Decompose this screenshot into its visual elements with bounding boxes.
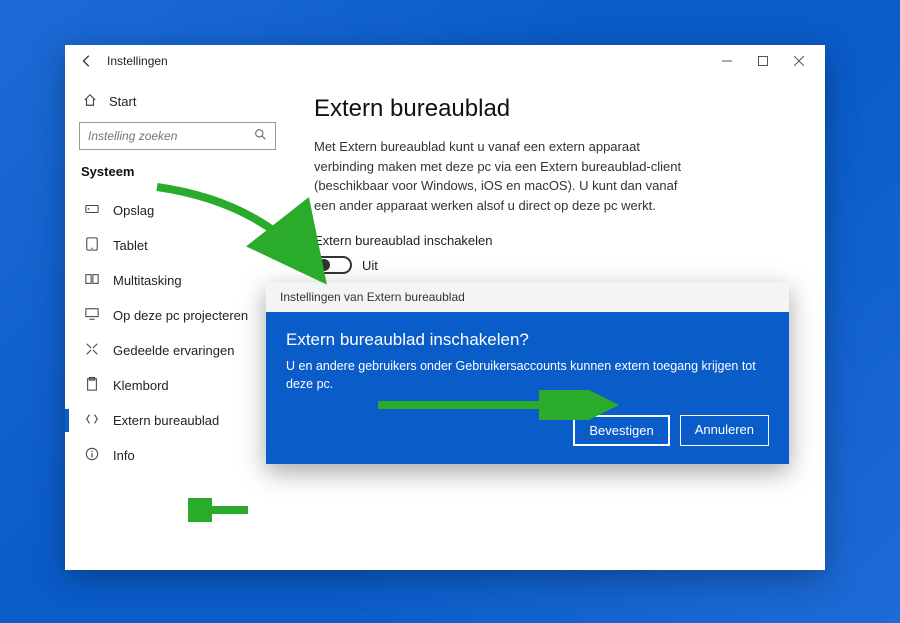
home-link[interactable]: Start xyxy=(79,87,276,116)
back-button[interactable] xyxy=(73,47,101,75)
sidebar-item-label: Klembord xyxy=(113,378,169,393)
window-title: Instellingen xyxy=(107,54,168,68)
shared-icon xyxy=(83,342,101,359)
search-box[interactable] xyxy=(79,122,276,150)
sidebar-item-label: Info xyxy=(113,448,135,463)
sidebar-item-project[interactable]: Op deze pc projecteren xyxy=(79,298,276,333)
dialog-buttons: Bevestigen Annuleren xyxy=(286,415,769,446)
toggle-row: Uit xyxy=(314,256,801,274)
section-label: Systeem xyxy=(79,164,276,179)
dialog-title: Extern bureaublad inschakelen? xyxy=(286,330,769,350)
project-icon xyxy=(83,307,101,324)
sidebar-item-label: Tablet xyxy=(113,238,148,253)
sidebar-item-remote-desktop[interactable]: Extern bureaublad xyxy=(79,403,276,438)
page-description: Met Extern bureaublad kunt u vanaf een e… xyxy=(314,137,694,215)
sidebar-item-shared[interactable]: Gedeelde ervaringen xyxy=(79,333,276,368)
home-label: Start xyxy=(109,94,136,109)
window-controls xyxy=(709,47,817,75)
sidebar-item-tablet[interactable]: Tablet xyxy=(79,228,276,263)
tablet-icon xyxy=(83,237,101,254)
toggle-label: Extern bureaublad inschakelen xyxy=(314,233,801,248)
remote-desktop-icon xyxy=(83,412,101,429)
cancel-button[interactable]: Annuleren xyxy=(680,415,769,446)
enable-toggle[interactable] xyxy=(314,256,352,274)
minimize-button[interactable] xyxy=(709,47,745,75)
info-icon xyxy=(83,447,101,464)
sidebar-item-label: Op deze pc projecteren xyxy=(113,308,248,323)
sidebar-item-label: Extern bureaublad xyxy=(113,413,219,428)
sidebar-item-label: Multitasking xyxy=(113,273,182,288)
confirm-button[interactable]: Bevestigen xyxy=(573,415,669,446)
page-title: Extern bureaublad xyxy=(314,95,801,123)
confirm-dialog: Instellingen van Extern bureaublad Exter… xyxy=(266,282,789,464)
maximize-button[interactable] xyxy=(745,47,781,75)
sidebar-item-storage[interactable]: Opslag xyxy=(79,193,276,228)
search-input[interactable] xyxy=(88,129,254,143)
clipboard-icon xyxy=(83,377,101,394)
sidebar-item-info[interactable]: Info xyxy=(79,438,276,473)
sidebar-item-clipboard[interactable]: Klembord xyxy=(79,368,276,403)
sidebar-item-label: Opslag xyxy=(113,203,154,218)
titlebar: Instellingen xyxy=(65,45,825,77)
toggle-state: Uit xyxy=(362,258,378,273)
dialog-body: Extern bureaublad inschakelen? U en ande… xyxy=(266,312,789,464)
storage-icon xyxy=(83,202,101,219)
close-button[interactable] xyxy=(781,47,817,75)
dialog-text: U en andere gebruikers onder Gebruikersa… xyxy=(286,358,769,393)
nav-list: Opslag Tablet Multitasking Op deze pc pr… xyxy=(79,193,276,473)
sidebar: Start Systeem Opslag Tablet xyxy=(65,77,290,570)
search-icon xyxy=(254,128,267,144)
dialog-caption: Instellingen van Extern bureaublad xyxy=(266,282,789,312)
sidebar-item-label: Gedeelde ervaringen xyxy=(113,343,234,358)
home-icon xyxy=(81,93,99,110)
sidebar-item-multitasking[interactable]: Multitasking xyxy=(79,263,276,298)
multitasking-icon xyxy=(83,272,101,289)
